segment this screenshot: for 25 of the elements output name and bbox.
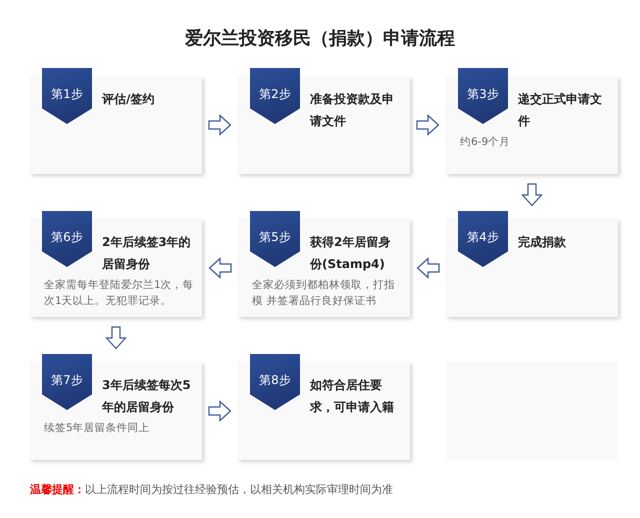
step-title: 评估/签约 xyxy=(102,91,156,108)
step-title: 准备投资款及申请文件 xyxy=(310,91,395,130)
step-badge: 第1步 xyxy=(42,68,92,124)
step-title: 2年后续签3年的居留身份 xyxy=(102,234,192,273)
arrow-icon xyxy=(521,182,543,206)
step-note: 全家需每年登陆爱尔兰1次，每次1天以上。无犯罪记录。 xyxy=(44,278,194,309)
step-badge: 第2步 xyxy=(250,68,300,124)
step-badge: 第5步 xyxy=(250,211,300,267)
step-title: 获得2年居留身份(Stamp4) xyxy=(310,234,392,273)
reminder-label: 温馨提醒： xyxy=(30,483,85,496)
step-note: 约6-9个月 xyxy=(460,135,512,150)
step-title: 如符合居住要求，可申请入籍 xyxy=(310,377,395,416)
step-note: 续签5年居留条件同上 xyxy=(44,421,151,436)
step-badge: 第8步 xyxy=(250,354,300,410)
step-badge: 第7步 xyxy=(42,354,92,410)
step-title: 3年后续签每次5年的居留身份 xyxy=(102,377,192,416)
step-badge: 第6步 xyxy=(42,211,92,267)
page-title: 爱尔兰投资移民（捐款）申请流程 xyxy=(184,27,456,50)
step-title: 完成捐款 xyxy=(518,234,567,251)
arrow-icon xyxy=(105,326,127,350)
step-note: 全家必须到都柏林领取，打指模 并签署品行良好保证书 xyxy=(252,278,396,309)
reminder-text: 以上流程时间为按过往经验预估，以相关机构实际审理时间为准 xyxy=(85,483,393,496)
step-title: 递交正式申请文件 xyxy=(518,91,603,130)
step-badge: 第3步 xyxy=(458,68,508,124)
step-badge: 第4步 xyxy=(458,211,508,267)
